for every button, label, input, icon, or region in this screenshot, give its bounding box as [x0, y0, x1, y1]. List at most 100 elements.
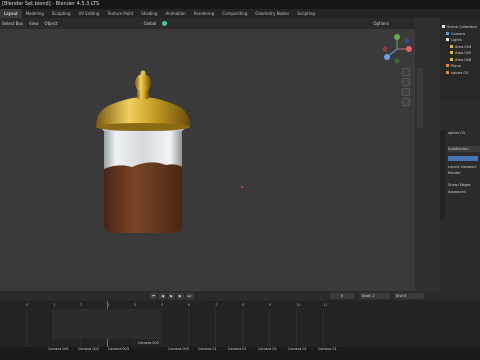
timeline-marker[interactable]: Camera.005: [168, 347, 189, 351]
viewport-toggle[interactable]: [448, 156, 478, 161]
step-forward-icon[interactable]: ▶: [176, 293, 184, 299]
timeline-gridline: [215, 309, 216, 347]
outliner-row-label: Area.006: [455, 57, 472, 62]
timeline-gridline: [188, 309, 189, 347]
workspace-tabs: Layout Modeling Sculpting UV Editing Texture…: [0, 9, 480, 18]
mesh-icon: [446, 70, 449, 74]
timeline-tick: 2: [80, 303, 83, 307]
play-icon[interactable]: ▶: [168, 293, 175, 299]
outliner: Scene Collection Camera Lights Area.004 Area…: [440, 18, 480, 100]
workspace-tab-layout[interactable]: Layout: [0, 9, 22, 18]
object-menu[interactable]: Object: [45, 21, 58, 26]
transform-orientation-select[interactable]: Global: [144, 21, 157, 26]
options-menu[interactable]: Options: [373, 21, 388, 26]
timeline-gridline: [296, 309, 297, 347]
workspace-tab-uv-editing[interactable]: UV Editing: [75, 9, 104, 18]
viewport-header: Select Box View Object Global Options: [0, 18, 415, 29]
workspace-tab-modeling[interactable]: Modeling: [22, 9, 48, 18]
collection-icon: [442, 25, 445, 28]
modifier-panel-header[interactable]: Subdivision: [448, 146, 480, 152]
outliner-row[interactable]: Scene Collection: [440, 24, 480, 31]
select-box-tool[interactable]: Select Box: [2, 21, 23, 26]
timeline-tick: 9: [269, 303, 272, 307]
timeline-marker[interactable]: Camera 01: [228, 347, 247, 351]
timeline-gridline: [269, 309, 270, 347]
timeline-marker[interactable]: Camera 002: [78, 347, 99, 351]
start-frame-field[interactable]: Start 1: [360, 293, 390, 299]
workspace-tab-scripting[interactable]: Scripting: [293, 9, 319, 18]
zoom-icon[interactable]: [402, 68, 410, 76]
properties-tabs[interactable]: [440, 130, 445, 220]
levels-viewport-label: Levels Viewport: [448, 165, 477, 169]
timeline-tick: 7: [215, 303, 218, 307]
timeline-gridline: [26, 309, 27, 347]
timeline-tick: 1: [53, 303, 56, 307]
sidebar-tabs[interactable]: [417, 68, 423, 128]
timeline-marker[interactable]: Camera 001: [48, 347, 69, 351]
light-icon: [450, 51, 453, 54]
gizmo-y-icon: [394, 34, 400, 40]
spice-jar[interactable]: [96, 70, 190, 234]
workspace-tab-rendering[interactable]: Rendering: [190, 9, 218, 18]
timeline-marker[interactable]: Camera 003: [108, 347, 129, 351]
camera-view-icon[interactable]: [402, 88, 410, 96]
workspace-tab-animation[interactable]: Animation: [161, 9, 189, 18]
timeline-gridline: [161, 309, 162, 347]
playback-controls: ⏮ ◀ ▶ ▶ ⏭: [150, 293, 193, 299]
3d-cursor[interactable]: [241, 186, 243, 188]
mesh-icon: [446, 64, 449, 67]
gizmo-z-icon: [384, 54, 390, 60]
light-icon: [450, 44, 453, 48]
jump-start-icon[interactable]: ⏮: [150, 293, 158, 299]
outliner-row-label: Plane: [451, 64, 461, 68]
step-back-icon[interactable]: ◀: [159, 293, 166, 299]
outliner-row-label: spices 03: [451, 70, 468, 75]
timeline-tick: 6: [188, 303, 191, 307]
3d-viewport[interactable]: [0, 29, 415, 291]
timeline-tick: 0: [26, 303, 29, 307]
timeline[interactable]: 0 1 2 3 4 5 6 7 8 9 10 11: [0, 301, 480, 347]
sidebar-strip: [415, 18, 440, 291]
view-menu[interactable]: View: [29, 21, 39, 26]
timeline-marker[interactable]: Camera 01: [258, 347, 277, 351]
outliner-row-label: Scene Collection: [447, 25, 477, 29]
timeline-tick: 5: [161, 303, 164, 307]
timeline-tick: 11: [323, 303, 328, 307]
window-title: [Blender Set.blend] - Blender 4.5.3 LTS: [2, 1, 100, 7]
outliner-row-label: Area.004: [455, 44, 472, 49]
navigation-gizmo[interactable]: [381, 33, 413, 65]
current-frame-field[interactable]: 0: [330, 293, 354, 299]
timeline-header: ⏮ ◀ ▶ ▶ ⏭ 0 Start 1 End 0: [0, 291, 480, 301]
workspace-tab-texture-paint[interactable]: Texture Paint: [103, 9, 137, 18]
render-label: Render: [448, 171, 461, 175]
workspace-tab-shading[interactable]: Shading: [137, 9, 161, 18]
properties-editor: spices 03 Subdivision Levels Viewport Re…: [440, 100, 480, 300]
timeline-gridline: [242, 309, 243, 347]
end-frame-field[interactable]: End 0: [394, 293, 424, 299]
sharp-edges-checkbox[interactable]: Sharp Edges: [448, 183, 480, 187]
outliner-row-label: Lights: [451, 38, 462, 42]
timeline-marker[interactable]: Camera 01: [288, 347, 307, 351]
outliner-row-label: Area.005: [455, 51, 472, 55]
end-value: 0: [404, 294, 407, 298]
start-value: 1: [371, 294, 375, 298]
window-title-bar: [Blender Set.blend] - Blender 4.5.3 LTS: [0, 0, 480, 9]
start-label: Start: [362, 294, 371, 298]
workspace-tab-compositing[interactable]: Compositing: [218, 9, 251, 18]
timeline-tick: 8: [242, 303, 245, 307]
frame-range-highlight: [52, 309, 160, 339]
timeline-marker[interactable]: Camera 01: [318, 347, 337, 351]
gizmo-x-icon: [406, 46, 412, 52]
outliner-row[interactable]: spices 03: [440, 70, 480, 77]
coffee-contents: [104, 162, 182, 233]
perspective-toggle-icon[interactable]: [402, 98, 410, 106]
outliner-row-label: Camera: [451, 31, 466, 36]
timeline-marker[interactable]: Camera.003: [138, 341, 159, 345]
snap-icon[interactable]: [162, 21, 168, 26]
advanced-panel[interactable]: Advanced: [448, 190, 480, 194]
workspace-tab-geometry-nodes[interactable]: Geometry Nodes: [251, 9, 293, 18]
jump-end-icon[interactable]: ⏭: [185, 293, 193, 299]
pan-icon[interactable]: [402, 78, 410, 86]
timeline-marker[interactable]: Camera 01: [198, 347, 217, 351]
workspace-tab-sculpting[interactable]: Sculpting: [48, 9, 75, 18]
